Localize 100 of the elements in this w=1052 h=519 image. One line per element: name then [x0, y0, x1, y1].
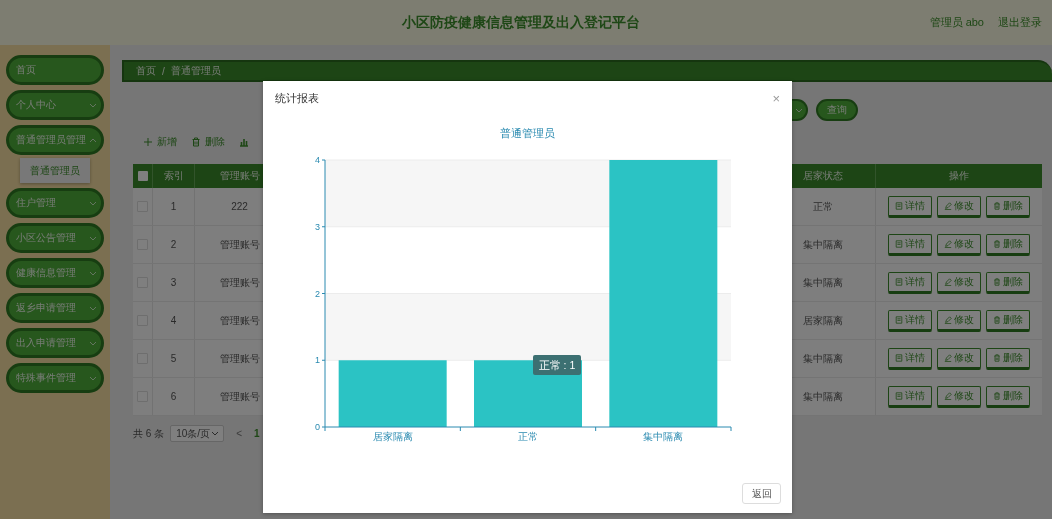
- row-action-button[interactable]: 删除: [986, 347, 1030, 370]
- x-tick-label: 集中隔离: [643, 431, 684, 442]
- row-action-button[interactable]: 详情: [888, 385, 932, 408]
- previous-page-button[interactable]: <: [236, 428, 242, 439]
- table-cell: 管理账号: [219, 275, 260, 290]
- row-action-button[interactable]: 删除: [986, 233, 1030, 256]
- row-action-button[interactable]: 删除: [986, 385, 1030, 408]
- table-cell: 2: [170, 239, 177, 250]
- sidebar-menu-item[interactable]: 健康信息管理: [6, 258, 104, 288]
- plus-icon: [143, 137, 153, 147]
- y-tick-label: 4: [315, 155, 320, 165]
- row-action-button[interactable]: 详情: [888, 271, 932, 294]
- x-tick-label: 正常: [518, 431, 538, 442]
- table-cell: 管理账号: [219, 351, 260, 366]
- toolbar-button[interactable]: 新增: [143, 134, 177, 150]
- pencil-icon: [944, 353, 952, 362]
- column-header: 居家状态: [802, 169, 843, 183]
- header-checkbox[interactable]: [137, 171, 148, 181]
- breadcrumb-separator: /: [162, 65, 165, 77]
- row-action-button[interactable]: 修改: [937, 309, 981, 332]
- table-cell: 5: [170, 353, 177, 364]
- breadcrumb-link[interactable]: 首页: [136, 64, 156, 78]
- chevron-icon: [89, 102, 97, 108]
- trash-icon: [191, 137, 201, 147]
- toolbar-button[interactable]: 删除: [191, 134, 225, 150]
- column-header: 操作: [949, 169, 969, 183]
- table-cell: 1: [170, 201, 177, 212]
- bar-chart-icon: [239, 137, 249, 147]
- y-tick-label: 2: [315, 288, 320, 299]
- table-cell: 集中隔离: [802, 389, 843, 404]
- sidebar-menu-item[interactable]: 返乡申请管理: [6, 293, 104, 323]
- document-icon: [895, 353, 903, 362]
- submenu-item[interactable]: 普通管理员: [20, 158, 90, 183]
- close-button[interactable]: ×: [772, 91, 780, 106]
- sidebar-menu-item[interactable]: 首页: [6, 55, 104, 85]
- row-action-button[interactable]: 删除: [986, 309, 1030, 332]
- y-tick-label: 1: [315, 355, 320, 366]
- search-button[interactable]: 查询: [816, 99, 858, 121]
- row-action-button[interactable]: 修改: [937, 385, 981, 408]
- sidebar-menu-item[interactable]: 住户管理: [6, 188, 104, 218]
- document-icon: [895, 391, 903, 400]
- pencil-icon: [944, 391, 952, 400]
- sidebar-menu-item[interactable]: 特殊事件管理: [6, 363, 104, 393]
- row-action-button[interactable]: 详情: [888, 347, 932, 370]
- table-cell: 集中隔离: [802, 237, 843, 252]
- sidebar-menu-item[interactable]: 普通管理员管理: [6, 125, 104, 155]
- trash-icon: [993, 391, 1001, 400]
- sidebar-menu-item[interactable]: 个人中心: [6, 90, 104, 120]
- breadcrumb-link[interactable]: 普通管理员: [170, 64, 221, 78]
- document-icon: [895, 201, 903, 210]
- pencil-icon: [944, 277, 952, 286]
- table-cell: 居家隔离: [802, 313, 843, 328]
- row-action-button[interactable]: 详情: [888, 195, 932, 218]
- trash-icon: [993, 353, 1001, 362]
- column-header: 索引: [163, 169, 184, 183]
- chevron-icon: [795, 107, 803, 113]
- table-cell: 正常: [812, 199, 833, 214]
- x-tick-label: 居家隔离: [372, 431, 413, 442]
- chevron-icon: [89, 305, 97, 311]
- logout-link[interactable]: 退出登录: [998, 15, 1042, 30]
- back-button[interactable]: 返回: [742, 483, 781, 504]
- sidebar-menu-item[interactable]: 出入申请管理: [6, 328, 104, 358]
- pencil-icon: [944, 201, 952, 210]
- chevron-icon: [211, 431, 220, 436]
- chart-tooltip: 正常 : 1: [533, 355, 581, 375]
- table-cell: 管理账号: [219, 237, 260, 252]
- select-field[interactable]: [792, 99, 808, 121]
- row-action-button[interactable]: 修改: [937, 233, 981, 256]
- table-cell: 管理账号: [219, 313, 260, 328]
- row-action-button[interactable]: 修改: [937, 271, 981, 294]
- chevron-icon: [89, 340, 97, 346]
- chevron-icon: [89, 200, 97, 206]
- y-tick-label: 0: [315, 422, 320, 432]
- document-icon: [895, 315, 903, 324]
- row-action-button[interactable]: 删除: [986, 271, 1030, 294]
- trash-icon: [993, 277, 1001, 286]
- row-action-button[interactable]: 详情: [888, 309, 932, 332]
- document-icon: [895, 239, 903, 248]
- row-action-button[interactable]: 详情: [888, 233, 932, 256]
- table-cell: 4: [170, 315, 177, 326]
- table-cell: 222: [231, 201, 248, 212]
- table-cell: 集中隔离: [802, 351, 843, 366]
- total-count: 共 6 条: [133, 426, 165, 441]
- row-action-button[interactable]: 修改: [937, 347, 981, 370]
- page-number[interactable]: 1: [253, 428, 260, 439]
- chevron-icon: [89, 137, 97, 143]
- table-cell: 集中隔离: [802, 275, 843, 290]
- pencil-icon: [944, 239, 952, 248]
- trash-icon: [993, 239, 1001, 248]
- pencil-icon: [944, 315, 952, 324]
- row-action-button[interactable]: 修改: [937, 195, 981, 218]
- page-size-select[interactable]: 10条/页: [170, 425, 225, 442]
- table-cell: 管理账号: [219, 389, 260, 404]
- trash-icon: [993, 315, 1001, 324]
- document-icon: [895, 277, 903, 286]
- table-cell: 3: [170, 277, 177, 288]
- chevron-icon: [89, 235, 97, 241]
- sidebar-menu-item[interactable]: 小区公告管理: [6, 223, 104, 253]
- bar[interactable]: [338, 360, 447, 427]
- row-action-button[interactable]: 删除: [986, 195, 1030, 218]
